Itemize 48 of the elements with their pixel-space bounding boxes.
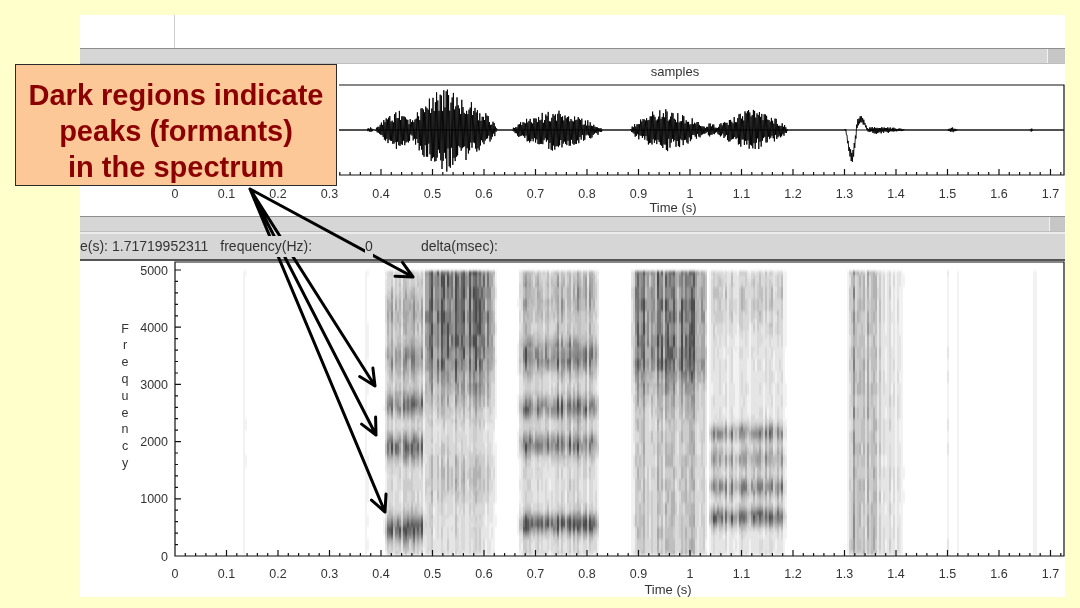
axis-tick-label: 0.9 [629,567,648,581]
axis-tick-label: 0.6 [475,567,493,581]
axis-tick-label: 1.7 [1041,187,1060,201]
axis-tick-label: 3000 [140,377,168,392]
axis-tick-label: 1 [686,187,694,201]
axis-tick-label: 0.5 [423,567,442,581]
axis-tick-label: 2000 [140,435,168,450]
scrollbar-thumb[interactable] [1049,217,1065,231]
axis-tick-label: 1.6 [990,187,1008,201]
axis-tick-label: 1.4 [887,187,905,201]
horizontal-scrollbar[interactable] [80,48,1065,64]
horizontal-scrollbar[interactable] [80,216,1065,232]
axis-tick-label: 1000 [140,492,168,507]
axis-label: Frequency [121,321,129,470]
axis-tick-label: 1.7 [1041,567,1060,581]
axis-tick-label: 1.1 [732,567,751,581]
axis-tick-label: 1 [686,567,694,581]
axis-label: Time (s) [644,582,692,597]
axis-tick-label: 0 [161,549,168,564]
axis-tick-label: 0.3 [320,567,339,581]
axis-tick-label: 0.8 [578,567,596,581]
axis-tick-label: 0.1 [217,187,236,201]
axis-tick-label: 0.9 [629,187,648,201]
axis-tick-label: 0.6 [475,187,493,201]
axis-tick-label: 5000 [140,263,168,278]
axis-tick-label: 1.3 [835,187,854,201]
axis-tick-label: 1.2 [784,187,802,201]
axis-tick-label: 0.5 [423,187,442,201]
callout-text: Dark regions indicate peaks (formants) in the spectrum [28,78,324,185]
axis-tick-label: 1.5 [938,187,957,201]
axis-tick-label: 1.1 [732,187,751,201]
axis-label: Time (s) [649,200,697,215]
axis-tick-label: 1.3 [835,567,854,581]
axis-tick-label: 0.1 [217,567,236,581]
plot-title: samples [650,64,700,79]
axis-tick-label: 1.5 [938,567,957,581]
axis-tick-label: 0.2 [269,567,287,581]
axis-tick-label: 0 [171,567,179,581]
axis-tick-label: 0.7 [526,567,545,581]
axis-tick-label: 1.4 [887,567,905,581]
axis-tick-label: 4000 [140,320,168,335]
axis-tick-label: 0.4 [372,567,390,581]
axis-tick-label: 0.8 [578,187,596,201]
axis-tick-label: 0.7 [526,187,545,201]
axis-tick-label: 1.6 [990,567,1008,581]
scrollbar-thumb[interactable] [1047,49,1065,63]
axis-tick-label: 1.2 [784,567,802,581]
axis-tick-label: 0 [171,187,179,201]
